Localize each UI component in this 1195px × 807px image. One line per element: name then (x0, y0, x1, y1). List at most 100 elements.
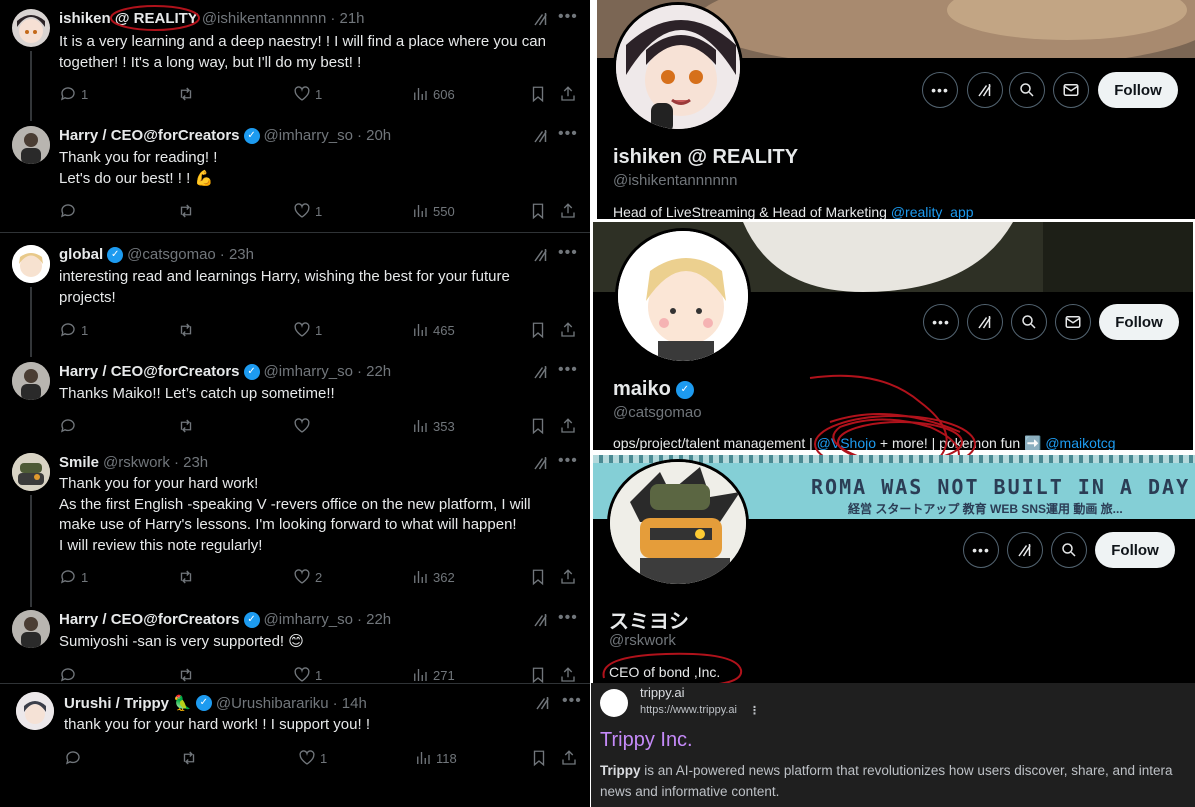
grok-button[interactable] (967, 304, 1003, 340)
views-button[interactable]: 465 (411, 320, 455, 340)
follow-button[interactable]: Follow (1095, 532, 1175, 568)
message-button[interactable] (1055, 304, 1091, 340)
views-button[interactable]: 606 (411, 84, 455, 104)
repost-button[interactable] (177, 665, 199, 683)
follow-button[interactable]: Follow (1099, 304, 1179, 340)
handle[interactable]: @imharry_so (264, 363, 353, 380)
display-name[interactable]: Harry / CEO@forCreators (59, 127, 240, 144)
tweet[interactable]: Harry / CEO@forCreators ✓ @imharry_so · … (0, 605, 590, 683)
reply-button[interactable]: 1 (59, 320, 88, 340)
handle[interactable]: @Urushibarariku (216, 695, 329, 712)
views-button[interactable]: 118 (414, 748, 457, 768)
handle[interactable]: @ishikentannnnnn (202, 10, 326, 27)
bio-link[interactable]: @reality_app (891, 204, 974, 219)
grok-icon[interactable] (534, 694, 552, 712)
display-name[interactable]: Smile (59, 454, 99, 471)
like-button[interactable]: 1 (293, 665, 322, 683)
handle[interactable]: @catsgomao (127, 246, 216, 263)
repost-button[interactable] (177, 320, 199, 340)
views-button[interactable]: 353 (411, 416, 455, 436)
reply-button[interactable] (59, 665, 81, 683)
tweet[interactable]: Smile @rskwork · 23h Thank you for your … (0, 445, 590, 607)
timestamp[interactable]: · 22h (357, 611, 391, 628)
more-button[interactable]: ••• (963, 532, 999, 568)
handle[interactable]: @imharry_so (264, 611, 353, 628)
bio-link[interactable]: @maikotcg (1045, 435, 1115, 450)
timestamp[interactable]: · 21h (330, 10, 364, 27)
tweet[interactable]: Urushi / Trippy 🦜 ✓ @Urushibarariku · 14… (0, 684, 590, 807)
reply-button[interactable]: 1 (59, 567, 88, 587)
bookmark-button[interactable] (529, 567, 547, 587)
share-button[interactable] (559, 201, 577, 221)
timestamp[interactable]: · 22h (357, 363, 391, 380)
display-name[interactable]: Harry / CEO@forCreators (59, 363, 240, 380)
share-button[interactable] (559, 416, 577, 436)
timestamp[interactable]: · 23h (174, 454, 208, 471)
repost-button[interactable] (180, 748, 202, 768)
tweet[interactable]: ishiken @ REALITY @ishikentannnnnn · 21h… (0, 0, 590, 121)
more-options-icon[interactable]: ••• (558, 362, 577, 383)
search-button[interactable] (1051, 532, 1087, 568)
handle[interactable]: @rskwork (103, 454, 170, 471)
result-title[interactable]: Trippy Inc. (600, 729, 693, 752)
more-options-icon[interactable]: ••• (558, 453, 577, 474)
site-url[interactable]: https://www.trippy.ai (640, 704, 737, 717)
share-button[interactable] (559, 567, 577, 587)
repost-button[interactable] (177, 416, 199, 436)
avatar[interactable] (12, 610, 50, 648)
reply-button[interactable] (64, 748, 86, 768)
like-button[interactable]: 1 (293, 84, 322, 104)
grok-button[interactable] (1007, 532, 1043, 568)
avatar[interactable] (16, 692, 54, 730)
bookmark-button[interactable] (529, 665, 547, 683)
grok-icon[interactable] (532, 363, 550, 381)
more-options-icon[interactable]: ••• (558, 9, 577, 30)
like-button[interactable]: 1 (293, 201, 322, 221)
grok-icon[interactable] (532, 611, 550, 629)
grok-button[interactable] (967, 72, 1003, 108)
avatar[interactable] (12, 245, 50, 283)
timestamp[interactable]: · 23h (220, 246, 254, 263)
tweet[interactable]: global ✓ @catsgomao · 23h interesting re… (0, 233, 590, 357)
bookmark-button[interactable] (529, 84, 547, 104)
more-options-icon[interactable]: ••• (558, 245, 577, 266)
display-name[interactable]: global (59, 246, 103, 263)
share-button[interactable] (560, 748, 578, 768)
bookmark-button[interactable] (529, 201, 547, 221)
search-button[interactable] (1009, 72, 1045, 108)
more-options-icon[interactable]: ••• (558, 610, 577, 631)
bookmark-button[interactable] (529, 416, 547, 436)
repost-button[interactable] (177, 201, 199, 221)
bookmark-button[interactable] (530, 748, 548, 768)
profile-avatar[interactable] (613, 2, 743, 132)
reply-button[interactable]: 1 (59, 84, 88, 104)
more-options-icon[interactable]: ••• (558, 126, 577, 147)
share-button[interactable] (559, 665, 577, 683)
avatar[interactable] (12, 453, 50, 491)
profile-avatar[interactable] (615, 228, 751, 364)
grok-icon[interactable] (532, 246, 550, 264)
timestamp[interactable]: · 20h (357, 127, 391, 144)
tweet[interactable]: Harry / CEO@forCreators ✓ @imharry_so · … (0, 117, 590, 233)
handle[interactable]: @imharry_so (264, 127, 353, 144)
more-vert-icon[interactable]: ⋮ (749, 704, 760, 717)
views-button[interactable]: 271 (411, 665, 455, 683)
views-button[interactable]: 362 (411, 567, 455, 587)
like-button[interactable]: 2 (293, 567, 322, 587)
search-button[interactable] (1011, 304, 1047, 340)
grok-icon[interactable] (532, 10, 550, 28)
grok-icon[interactable] (532, 454, 550, 472)
message-button[interactable] (1053, 72, 1089, 108)
reply-button[interactable] (59, 416, 81, 436)
display-name[interactable]: Urushi / Trippy 🦜 (64, 694, 192, 712)
grok-icon[interactable] (532, 127, 550, 145)
share-button[interactable] (559, 84, 577, 104)
avatar[interactable] (12, 9, 50, 47)
like-button[interactable]: 1 (298, 748, 327, 768)
display-name[interactable]: Harry / CEO@forCreators (59, 611, 240, 628)
avatar[interactable] (12, 362, 50, 400)
share-button[interactable] (559, 320, 577, 340)
more-button[interactable]: ••• (923, 304, 959, 340)
repost-button[interactable] (177, 84, 199, 104)
bookmark-button[interactable] (529, 320, 547, 340)
